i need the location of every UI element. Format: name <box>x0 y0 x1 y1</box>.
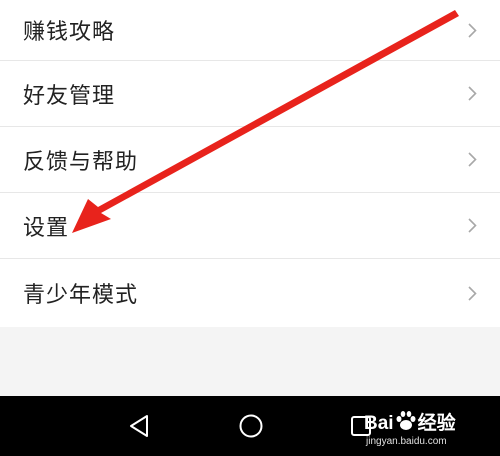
screen: 赚钱攻略 好友管理 反馈与帮助 设置 青少年模式 Bai 经验 jingyan.… <box>0 0 500 456</box>
menu-item-youth-mode[interactable]: 青少年模式 <box>0 259 500 327</box>
circle-home-icon <box>239 414 263 438</box>
triangle-back-icon <box>130 415 148 437</box>
menu-list: 赚钱攻略 好友管理 反馈与帮助 设置 青少年模式 <box>0 0 500 327</box>
menu-item-settings[interactable]: 设置 <box>0 193 500 259</box>
baidu-jingyan-watermark: Bai 经验 jingyan.baidu.com <box>364 398 490 454</box>
chevron-right-icon <box>466 22 478 38</box>
menu-item-earning-guide[interactable]: 赚钱攻略 <box>0 0 500 61</box>
paw-icon <box>396 411 416 430</box>
home-button[interactable] <box>236 411 266 441</box>
chevron-right-icon <box>466 218 478 234</box>
watermark-url: jingyan.baidu.com <box>366 436 447 447</box>
chevron-right-icon <box>466 285 478 301</box>
chevron-right-icon <box>466 152 478 168</box>
menu-item-label: 反馈与帮助 <box>23 149 139 175</box>
menu-item-label: 设置 <box>23 215 70 241</box>
menu-item-label: 赚钱攻略 <box>23 20 116 45</box>
watermark-brand: Bai 经验 <box>364 408 456 435</box>
menu-item-label: 青少年模式 <box>23 283 139 308</box>
back-button[interactable] <box>124 411 154 441</box>
empty-area <box>0 329 500 395</box>
menu-item-feedback-help[interactable]: 反馈与帮助 <box>0 127 500 193</box>
chevron-right-icon <box>466 86 478 102</box>
menu-item-friend-management[interactable]: 好友管理 <box>0 61 500 127</box>
menu-item-label: 好友管理 <box>23 83 116 109</box>
